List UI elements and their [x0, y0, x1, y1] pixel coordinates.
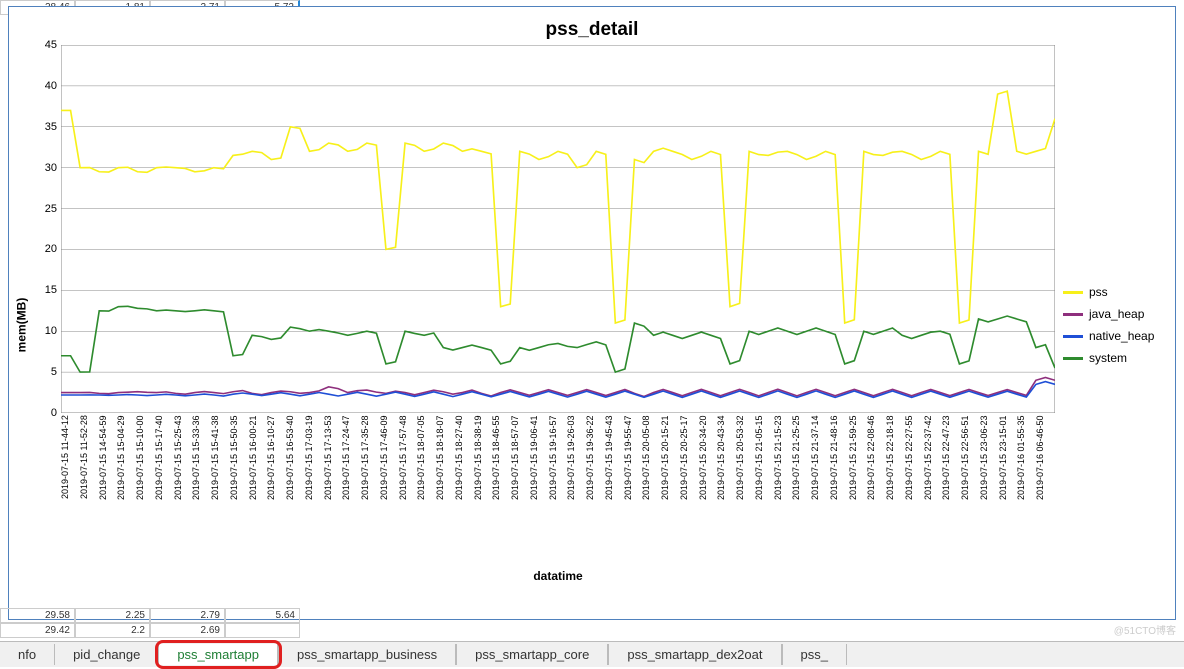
- bg-cell[interactable]: 5.64: [225, 608, 300, 623]
- sheet-tabs: nfo pid_change pss_smartapp pss_smartapp…: [0, 641, 1184, 667]
- chart-object[interactable]: pss_detail mem(MB) 051015202530354045 20…: [8, 6, 1176, 620]
- bg-cell[interactable]: 2.2: [75, 623, 150, 638]
- sheet-tab-nfo[interactable]: nfo: [0, 644, 55, 665]
- bg-cell[interactable]: 29.42: [0, 623, 75, 638]
- legend-item-pss: pss: [1063, 285, 1175, 299]
- legend-item-native-heap: native_heap: [1063, 329, 1175, 343]
- sheet-tab-pid-change[interactable]: pid_change: [55, 644, 159, 665]
- sheet-tab-pss-smartapp-business[interactable]: pss_smartapp_business: [278, 644, 456, 665]
- bg-cell[interactable]: 2.25: [75, 608, 150, 623]
- legend-item-system: system: [1063, 351, 1175, 365]
- bg-cell[interactable]: [225, 623, 300, 638]
- sheet-tab-pss-smartapp[interactable]: pss_smartapp: [159, 644, 278, 665]
- x-axis-label: datatime: [61, 569, 1055, 583]
- y-axis: 051015202530354045: [33, 45, 61, 605]
- watermark: @51CTO博客: [1114, 622, 1176, 637]
- chart-title: pss_detail: [9, 19, 1175, 41]
- sheet-tab-pss-smartapp-core[interactable]: pss_smartapp_core: [456, 644, 608, 665]
- bg-cell[interactable]: 29.58: [0, 608, 75, 623]
- legend: pss java_heap native_heap system: [1055, 45, 1175, 605]
- legend-item-java-heap: java_heap: [1063, 307, 1175, 321]
- y-axis-label: mem(MB): [9, 45, 33, 605]
- x-axis: 2019-07-15 11-44-122019-07-15 11-52-2820…: [61, 415, 1055, 565]
- plot-area: 2019-07-15 11-44-122019-07-15 11-52-2820…: [61, 45, 1055, 605]
- background-cells-bottom: 29.58 2.25 2.79 5.64 29.42 2.2 2.69: [0, 608, 300, 638]
- bg-cell[interactable]: 2.69: [150, 623, 225, 638]
- sheet-tab-pss-more[interactable]: pss_: [782, 644, 847, 665]
- bg-cell[interactable]: 2.79: [150, 608, 225, 623]
- sheet-tab-pss-smartapp-dex2oat[interactable]: pss_smartapp_dex2oat: [608, 644, 781, 665]
